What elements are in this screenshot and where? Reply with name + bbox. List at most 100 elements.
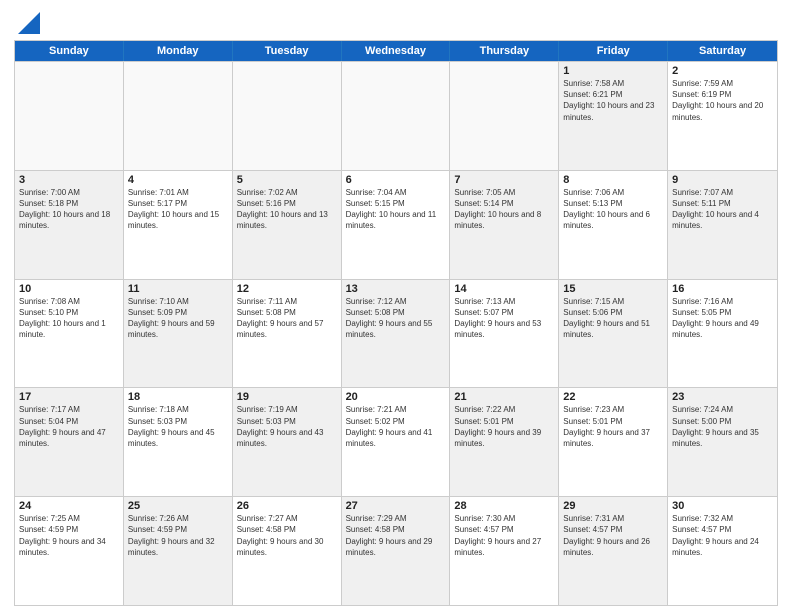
- day-header-monday: Monday: [124, 41, 233, 61]
- day-number: 5: [237, 174, 337, 186]
- day-header-saturday: Saturday: [668, 41, 777, 61]
- day-number: 6: [346, 174, 446, 186]
- cell-info: Sunrise: 7:13 AM Sunset: 5:07 PM Dayligh…: [454, 296, 554, 341]
- calendar-cell: 3Sunrise: 7:00 AM Sunset: 5:18 PM Daylig…: [15, 171, 124, 279]
- cell-info: Sunrise: 7:01 AM Sunset: 5:17 PM Dayligh…: [128, 187, 228, 232]
- calendar-cell: [15, 62, 124, 170]
- day-header-thursday: Thursday: [450, 41, 559, 61]
- calendar-row-3: 17Sunrise: 7:17 AM Sunset: 5:04 PM Dayli…: [15, 387, 777, 496]
- calendar-cell: 10Sunrise: 7:08 AM Sunset: 5:10 PM Dayli…: [15, 280, 124, 388]
- day-header-wednesday: Wednesday: [342, 41, 451, 61]
- day-header-sunday: Sunday: [15, 41, 124, 61]
- day-number: 16: [672, 283, 773, 295]
- calendar-row-2: 10Sunrise: 7:08 AM Sunset: 5:10 PM Dayli…: [15, 279, 777, 388]
- calendar-cell: [233, 62, 342, 170]
- cell-info: Sunrise: 7:21 AM Sunset: 5:02 PM Dayligh…: [346, 404, 446, 449]
- calendar-cell: 14Sunrise: 7:13 AM Sunset: 5:07 PM Dayli…: [450, 280, 559, 388]
- cell-info: Sunrise: 7:58 AM Sunset: 6:21 PM Dayligh…: [563, 78, 663, 123]
- cell-info: Sunrise: 7:25 AM Sunset: 4:59 PM Dayligh…: [19, 513, 119, 558]
- calendar-cell: 6Sunrise: 7:04 AM Sunset: 5:15 PM Daylig…: [342, 171, 451, 279]
- cell-info: Sunrise: 7:05 AM Sunset: 5:14 PM Dayligh…: [454, 187, 554, 232]
- day-header-tuesday: Tuesday: [233, 41, 342, 61]
- day-number: 26: [237, 500, 337, 512]
- calendar-cell: 26Sunrise: 7:27 AM Sunset: 4:58 PM Dayli…: [233, 497, 342, 605]
- calendar-cell: 21Sunrise: 7:22 AM Sunset: 5:01 PM Dayli…: [450, 388, 559, 496]
- day-number: 22: [563, 391, 663, 403]
- day-number: 11: [128, 283, 228, 295]
- cell-info: Sunrise: 7:10 AM Sunset: 5:09 PM Dayligh…: [128, 296, 228, 341]
- cell-info: Sunrise: 7:02 AM Sunset: 5:16 PM Dayligh…: [237, 187, 337, 232]
- calendar-row-4: 24Sunrise: 7:25 AM Sunset: 4:59 PM Dayli…: [15, 496, 777, 605]
- day-number: 23: [672, 391, 773, 403]
- calendar-cell: 24Sunrise: 7:25 AM Sunset: 4:59 PM Dayli…: [15, 497, 124, 605]
- day-number: 15: [563, 283, 663, 295]
- calendar-cell: 22Sunrise: 7:23 AM Sunset: 5:01 PM Dayli…: [559, 388, 668, 496]
- calendar-cell: 18Sunrise: 7:18 AM Sunset: 5:03 PM Dayli…: [124, 388, 233, 496]
- day-number: 9: [672, 174, 773, 186]
- calendar-cell: 19Sunrise: 7:19 AM Sunset: 5:03 PM Dayli…: [233, 388, 342, 496]
- calendar-row-0: 1Sunrise: 7:58 AM Sunset: 6:21 PM Daylig…: [15, 61, 777, 170]
- header: [14, 10, 778, 34]
- cell-info: Sunrise: 7:15 AM Sunset: 5:06 PM Dayligh…: [563, 296, 663, 341]
- day-number: 18: [128, 391, 228, 403]
- cell-info: Sunrise: 7:11 AM Sunset: 5:08 PM Dayligh…: [237, 296, 337, 341]
- day-number: 30: [672, 500, 773, 512]
- cell-info: Sunrise: 7:31 AM Sunset: 4:57 PM Dayligh…: [563, 513, 663, 558]
- calendar-cell: 25Sunrise: 7:26 AM Sunset: 4:59 PM Dayli…: [124, 497, 233, 605]
- calendar-cell: 28Sunrise: 7:30 AM Sunset: 4:57 PM Dayli…: [450, 497, 559, 605]
- cell-info: Sunrise: 7:00 AM Sunset: 5:18 PM Dayligh…: [19, 187, 119, 232]
- cell-info: Sunrise: 7:29 AM Sunset: 4:58 PM Dayligh…: [346, 513, 446, 558]
- cell-info: Sunrise: 7:06 AM Sunset: 5:13 PM Dayligh…: [563, 187, 663, 232]
- cell-info: Sunrise: 7:19 AM Sunset: 5:03 PM Dayligh…: [237, 404, 337, 449]
- calendar-cell: 11Sunrise: 7:10 AM Sunset: 5:09 PM Dayli…: [124, 280, 233, 388]
- cell-info: Sunrise: 7:17 AM Sunset: 5:04 PM Dayligh…: [19, 404, 119, 449]
- cell-info: Sunrise: 7:16 AM Sunset: 5:05 PM Dayligh…: [672, 296, 773, 341]
- cell-info: Sunrise: 7:59 AM Sunset: 6:19 PM Dayligh…: [672, 78, 773, 123]
- day-number: 27: [346, 500, 446, 512]
- day-number: 7: [454, 174, 554, 186]
- cell-info: Sunrise: 7:22 AM Sunset: 5:01 PM Dayligh…: [454, 404, 554, 449]
- calendar: SundayMondayTuesdayWednesdayThursdayFrid…: [14, 40, 778, 606]
- calendar-cell: 27Sunrise: 7:29 AM Sunset: 4:58 PM Dayli…: [342, 497, 451, 605]
- day-number: 21: [454, 391, 554, 403]
- cell-info: Sunrise: 7:08 AM Sunset: 5:10 PM Dayligh…: [19, 296, 119, 341]
- calendar-cell: 17Sunrise: 7:17 AM Sunset: 5:04 PM Dayli…: [15, 388, 124, 496]
- calendar-cell: 23Sunrise: 7:24 AM Sunset: 5:00 PM Dayli…: [668, 388, 777, 496]
- calendar-cell: 15Sunrise: 7:15 AM Sunset: 5:06 PM Dayli…: [559, 280, 668, 388]
- day-number: 29: [563, 500, 663, 512]
- cell-info: Sunrise: 7:32 AM Sunset: 4:57 PM Dayligh…: [672, 513, 773, 558]
- day-number: 8: [563, 174, 663, 186]
- day-header-friday: Friday: [559, 41, 668, 61]
- calendar-cell: 16Sunrise: 7:16 AM Sunset: 5:05 PM Dayli…: [668, 280, 777, 388]
- day-number: 12: [237, 283, 337, 295]
- calendar-cell: 1Sunrise: 7:58 AM Sunset: 6:21 PM Daylig…: [559, 62, 668, 170]
- cell-info: Sunrise: 7:26 AM Sunset: 4:59 PM Dayligh…: [128, 513, 228, 558]
- calendar-body: 1Sunrise: 7:58 AM Sunset: 6:21 PM Daylig…: [15, 61, 777, 605]
- day-number: 4: [128, 174, 228, 186]
- calendar-header: SundayMondayTuesdayWednesdayThursdayFrid…: [15, 41, 777, 61]
- calendar-cell: 30Sunrise: 7:32 AM Sunset: 4:57 PM Dayli…: [668, 497, 777, 605]
- calendar-cell: 7Sunrise: 7:05 AM Sunset: 5:14 PM Daylig…: [450, 171, 559, 279]
- calendar-cell: 2Sunrise: 7:59 AM Sunset: 6:19 PM Daylig…: [668, 62, 777, 170]
- logo-icon: [18, 6, 40, 34]
- calendar-cell: [342, 62, 451, 170]
- calendar-cell: 13Sunrise: 7:12 AM Sunset: 5:08 PM Dayli…: [342, 280, 451, 388]
- day-number: 14: [454, 283, 554, 295]
- day-number: 3: [19, 174, 119, 186]
- day-number: 19: [237, 391, 337, 403]
- calendar-cell: 5Sunrise: 7:02 AM Sunset: 5:16 PM Daylig…: [233, 171, 342, 279]
- logo: [14, 10, 40, 34]
- day-number: 20: [346, 391, 446, 403]
- calendar-cell: 12Sunrise: 7:11 AM Sunset: 5:08 PM Dayli…: [233, 280, 342, 388]
- page: SundayMondayTuesdayWednesdayThursdayFrid…: [0, 0, 792, 612]
- calendar-cell: 4Sunrise: 7:01 AM Sunset: 5:17 PM Daylig…: [124, 171, 233, 279]
- cell-info: Sunrise: 7:12 AM Sunset: 5:08 PM Dayligh…: [346, 296, 446, 341]
- day-number: 25: [128, 500, 228, 512]
- cell-info: Sunrise: 7:07 AM Sunset: 5:11 PM Dayligh…: [672, 187, 773, 232]
- day-number: 17: [19, 391, 119, 403]
- cell-info: Sunrise: 7:24 AM Sunset: 5:00 PM Dayligh…: [672, 404, 773, 449]
- day-number: 28: [454, 500, 554, 512]
- calendar-cell: 29Sunrise: 7:31 AM Sunset: 4:57 PM Dayli…: [559, 497, 668, 605]
- cell-info: Sunrise: 7:04 AM Sunset: 5:15 PM Dayligh…: [346, 187, 446, 232]
- calendar-cell: 20Sunrise: 7:21 AM Sunset: 5:02 PM Dayli…: [342, 388, 451, 496]
